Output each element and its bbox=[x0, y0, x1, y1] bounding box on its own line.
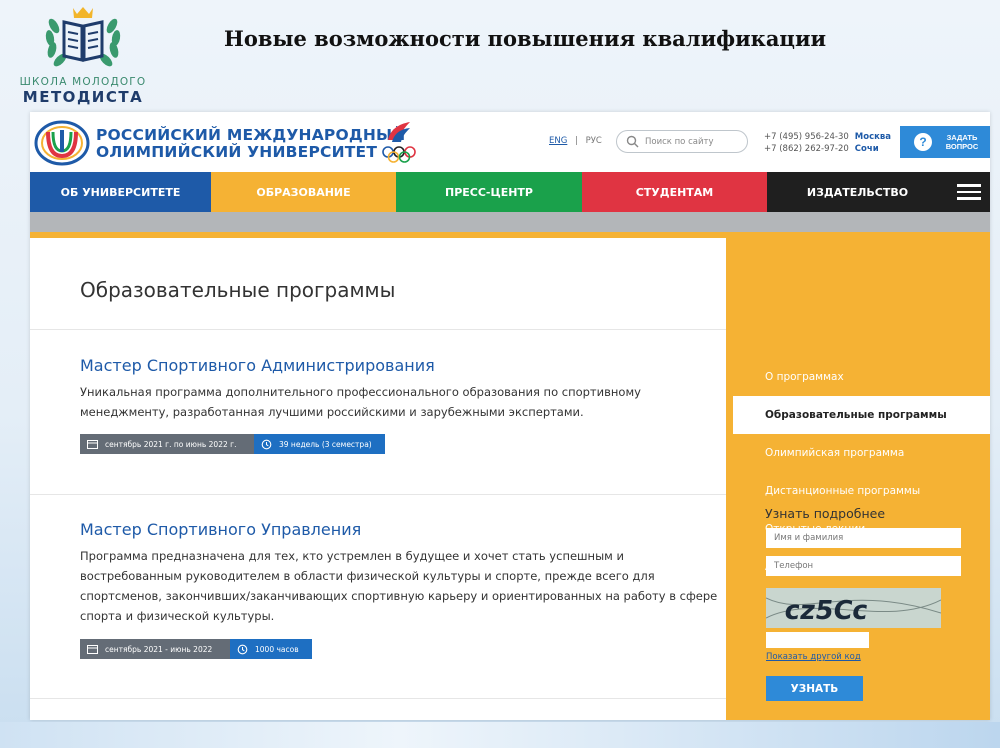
phone-moscow[interactable]: +7 (495) 956-24-30 bbox=[764, 132, 849, 142]
book-laurel-icon bbox=[45, 7, 121, 67]
hamburger-menu-icon[interactable] bbox=[948, 172, 990, 212]
phone-field[interactable] bbox=[766, 556, 961, 576]
search-box[interactable] bbox=[616, 130, 748, 153]
captcha-input[interactable] bbox=[766, 632, 869, 648]
grey-strip bbox=[30, 212, 990, 232]
form-title: Узнать подробнее bbox=[765, 506, 886, 521]
question-icon: ? bbox=[914, 133, 932, 151]
lang-eng-link[interactable]: ENG bbox=[549, 136, 567, 146]
nav-about-university[interactable]: ОБ УНИВЕРСИТЕТЕ bbox=[30, 172, 211, 212]
school-logo-line2: МЕТОДИСТА bbox=[22, 88, 144, 106]
language-switch: ENG | РУС bbox=[549, 136, 602, 146]
nav-education[interactable]: ОБРАЗОВАНИЕ bbox=[211, 172, 396, 212]
program-title-management[interactable]: Мастер Спортивного Управления bbox=[80, 520, 361, 539]
program-dates: сентябрь 2021 - июнь 2022 bbox=[105, 644, 213, 654]
contact-phones: +7 (495) 956-24-30 Москва +7 (862) 262-97… bbox=[764, 131, 891, 155]
program-dates-badge: сентябрь 2021 - июнь 2022 bbox=[80, 639, 230, 659]
school-logo: ШКОЛА МОЛОДОГО МЕТОДИСТА bbox=[18, 4, 148, 106]
slide-bottom-decoration bbox=[0, 722, 1000, 748]
search-input[interactable] bbox=[645, 134, 741, 149]
sidebar-item-about-programs-overlay bbox=[733, 232, 990, 270]
calendar-icon bbox=[87, 440, 98, 449]
divider bbox=[30, 329, 726, 330]
program-dates-badge: сентябрь 2021 г. по июнь 2022 г. bbox=[80, 434, 254, 454]
university-emblem-icon[interactable] bbox=[34, 120, 90, 166]
site-header: РОССИЙСКИЙ МЕЖДУНАРОДНЫЙ ОЛИМПИЙСКИЙ УНИ… bbox=[30, 112, 990, 172]
slide-title: Новые возможности повышения квалификации bbox=[224, 26, 827, 51]
university-name-line2: ОЛИМПИЙСКИЙ УНИВЕРСИТЕТ bbox=[96, 143, 378, 161]
university-name-line1: РОССИЙСКИЙ МЕЖДУНАРОДНЫЙ bbox=[96, 126, 406, 144]
phone-sochi[interactable]: +7 (862) 262-97-20 bbox=[764, 144, 849, 154]
page-title: Образовательные программы bbox=[80, 278, 396, 302]
lang-separator: | bbox=[575, 136, 578, 146]
program-duration: 1000 часов bbox=[255, 644, 299, 654]
contact-form: Узнать подробнее cz5Cc Показать другой к… bbox=[733, 232, 990, 720]
school-logo-line1: ШКОЛА МОЛОДОГО bbox=[19, 76, 147, 88]
ask-question-button[interactable]: ? ЗАДАТЬ ВОПРОС bbox=[900, 126, 990, 158]
city-moscow: Москва bbox=[854, 132, 892, 142]
nav-press-center[interactable]: ПРЕСС-ЦЕНТР bbox=[396, 172, 582, 212]
divider bbox=[30, 698, 726, 699]
divider bbox=[30, 494, 726, 495]
captcha-graphic: cz5Cc bbox=[766, 596, 941, 626]
program-desc-management: Программа предназначена для тех, кто уст… bbox=[80, 549, 718, 623]
program-duration-badge: 39 недель (3 семестра) bbox=[254, 434, 385, 454]
submit-button[interactable]: УЗНАТЬ bbox=[766, 676, 863, 701]
clock-icon bbox=[237, 644, 248, 654]
program-duration-badge: 1000 часов bbox=[230, 639, 312, 659]
program-dates: сентябрь 2021 г. по июнь 2022 г. bbox=[105, 439, 237, 449]
nav-publishing[interactable]: ИЗДАТЕЛЬСТВО bbox=[767, 172, 948, 212]
captcha-text: cz5Cc bbox=[783, 596, 870, 626]
program-duration: 39 недель (3 семестра) bbox=[279, 439, 372, 449]
ask-question-label: ЗАДАТЬ ВОПРОС bbox=[945, 133, 979, 151]
show-other-code-link[interactable]: Показать другой код bbox=[766, 652, 861, 662]
program-desc-admin: Уникальная программа дополнительного про… bbox=[80, 385, 641, 419]
captcha-image: cz5Cc bbox=[766, 588, 941, 628]
content-accent-rule bbox=[726, 238, 733, 720]
calendar-icon bbox=[87, 645, 98, 654]
search-icon[interactable] bbox=[626, 135, 639, 148]
city-sochi: Сочи bbox=[854, 144, 879, 154]
name-field[interactable] bbox=[766, 528, 961, 548]
program-title-admin[interactable]: Мастер Спортивного Администрирования bbox=[80, 356, 435, 375]
lang-rus-link[interactable]: РУС bbox=[586, 136, 602, 146]
main-nav: ОБ УНИВЕРСИТЕТЕ ОБРАЗОВАНИЕ ПРЕСС-ЦЕНТР … bbox=[30, 172, 990, 212]
nav-students[interactable]: СТУДЕНТАМ bbox=[582, 172, 767, 212]
olympic-rings-icon bbox=[382, 122, 416, 163]
university-name[interactable]: РОССИЙСКИЙ МЕЖДУНАРОДНЫЙ ОЛИМПИЙСКИЙ УНИ… bbox=[96, 127, 405, 161]
clock-icon bbox=[261, 439, 272, 449]
